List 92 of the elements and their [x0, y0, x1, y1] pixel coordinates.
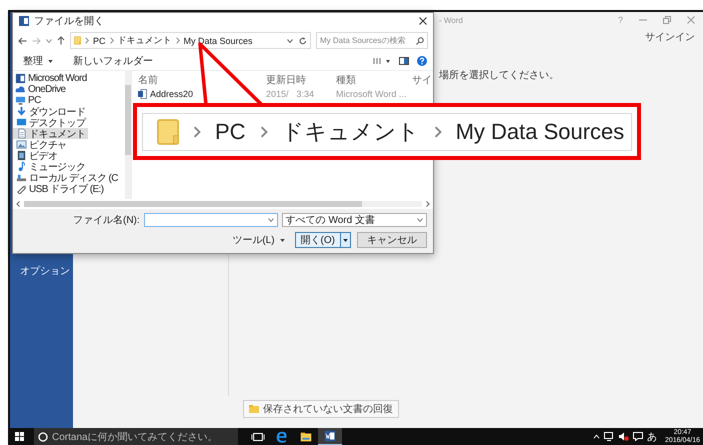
restore-icon[interactable]: [663, 16, 671, 24]
view-options-icon[interactable]: [373, 57, 391, 65]
navigation-item[interactable]: デスクトップ: [13, 117, 88, 128]
breadcrumb-item: My Data Sources: [456, 118, 624, 144]
navigation-item[interactable]: ミュージック: [13, 161, 88, 172]
new-folder-button[interactable]: 新しいフォルダー: [69, 54, 157, 68]
network-icon[interactable]: [604, 432, 614, 441]
video-icon: [16, 150, 27, 161]
cloud-icon: [15, 84, 26, 95]
chevron-icon: [176, 37, 180, 44]
word-app-icon: [323, 429, 337, 443]
back-arrow-icon[interactable]: [18, 36, 27, 44]
navigation-item[interactable]: ローカル ディスク (C: [13, 172, 121, 183]
picture-icon: [16, 139, 27, 150]
navigation-item[interactable]: USB ドライブ (E:): [13, 183, 106, 194]
sign-in-link[interactable]: サインイン: [645, 28, 703, 44]
breadcrumb-item[interactable]: PC: [93, 36, 106, 46]
navigation-item[interactable]: ビデオ: [13, 150, 60, 161]
caret-up-icon[interactable]: [592, 434, 600, 439]
navigation-item[interactable]: Microsoft Word: [13, 73, 90, 84]
navigation-item[interactable]: ドキュメント: [13, 128, 88, 139]
date-text: 2015/: [266, 89, 289, 99]
chevron-icon: [260, 126, 268, 138]
download-arrow-icon: [16, 106, 27, 117]
cortana-circle-icon: [38, 432, 48, 442]
computer-icon: [15, 95, 26, 106]
dropdown-caret-icon: [268, 218, 274, 222]
caret-down-icon: [343, 238, 348, 242]
file-type-dropdown[interactable]: すべての Word 文書: [282, 213, 427, 227]
sidebar-item[interactable]: オプション: [10, 262, 73, 280]
windows-start-icon[interactable]: [15, 432, 24, 441]
navigation-item[interactable]: PC: [13, 95, 44, 106]
cancel-button[interactable]: キャンセル: [357, 232, 427, 248]
dialog-title: ファイルを開く: [34, 15, 104, 28]
word-app-icon: [19, 16, 29, 26]
folder-icon: [249, 405, 259, 413]
help-icon[interactable]: [417, 56, 427, 66]
date-text: 3:34: [296, 89, 314, 99]
navigation-item[interactable]: OneDrive: [13, 84, 68, 95]
tools-menu[interactable]: ツール(L): [228, 233, 289, 247]
preview-pane-icon[interactable]: [399, 57, 409, 65]
file-type-cell-text: Microsoft Word ...: [336, 88, 408, 101]
dropdown-caret-icon[interactable]: [287, 38, 293, 42]
navigation-item[interactable]: ピクチャ: [13, 139, 70, 150]
word-document-icon: [138, 89, 147, 99]
chevron-icon: [85, 37, 89, 44]
usb-drive-icon: [16, 183, 27, 194]
notification-icon[interactable]: [632, 432, 643, 441]
caret-down-icon: [280, 238, 285, 242]
chevron-icon: [193, 126, 201, 138]
column-header[interactable]: サイ: [412, 73, 433, 87]
horizontal-scrollbar[interactable]: [13, 199, 433, 209]
organize-menu[interactable]: 整理: [19, 54, 57, 68]
file-name-cell[interactable]: Address20: [138, 87, 266, 101]
up-arrow-icon[interactable]: [57, 36, 65, 45]
chevron-icon: [110, 37, 114, 44]
search-icon: [416, 36, 424, 44]
folder-icon: [74, 36, 81, 45]
breadcrumb-item: ドキュメント: [282, 118, 420, 146]
caret-down-icon: [48, 60, 53, 62]
refresh-icon[interactable]: [299, 36, 307, 44]
prompt-text: 場所を選択してください。: [439, 68, 559, 82]
vertical-scrollbar[interactable]: [125, 71, 131, 199]
breadcrumb-item: PC: [215, 118, 246, 144]
column-header[interactable]: 種類: [336, 73, 412, 87]
search-field[interactable]: My Data Sourcesの検索: [316, 32, 428, 49]
file-name-field[interactable]: [144, 213, 278, 227]
ime-indicator[interactable]: あ: [646, 430, 657, 444]
chevron-right-icon: [426, 201, 430, 207]
dropdown-caret-icon: [417, 218, 423, 222]
chevron-left-icon: [16, 201, 20, 207]
column-header[interactable]: 名前: [138, 73, 266, 87]
close-icon[interactable]: [419, 17, 427, 25]
speaker-muted-icon[interactable]: [618, 432, 629, 441]
desktop-icon: [16, 117, 27, 128]
taskbar-app-button[interactable]: [318, 428, 342, 445]
recover-documents-button[interactable]: 保存されていない文書の回復: [243, 400, 399, 418]
folder-icon: [157, 118, 179, 146]
document-icon: [16, 128, 27, 139]
open-button[interactable]: 開く(O): [294, 232, 351, 248]
music-note-icon: [16, 161, 27, 172]
dropdown-caret-icon[interactable]: [46, 38, 52, 42]
browser-e-icon: [275, 430, 289, 444]
column-header[interactable]: 更新日時: [266, 73, 336, 87]
navigation-item[interactable]: ダウンロード: [13, 106, 88, 117]
chevron-icon: [434, 126, 442, 138]
file-name-label: ファイル名(N):: [73, 214, 140, 227]
cortana-search-field[interactable]: Cortanaに何か聞いてみてください。: [34, 428, 238, 445]
window-title: - Word: [439, 16, 463, 24]
breadcrumb-item[interactable]: ドキュメント: [118, 34, 172, 47]
folder-icon: [299, 430, 313, 444]
hard-drive-icon: [16, 172, 27, 183]
